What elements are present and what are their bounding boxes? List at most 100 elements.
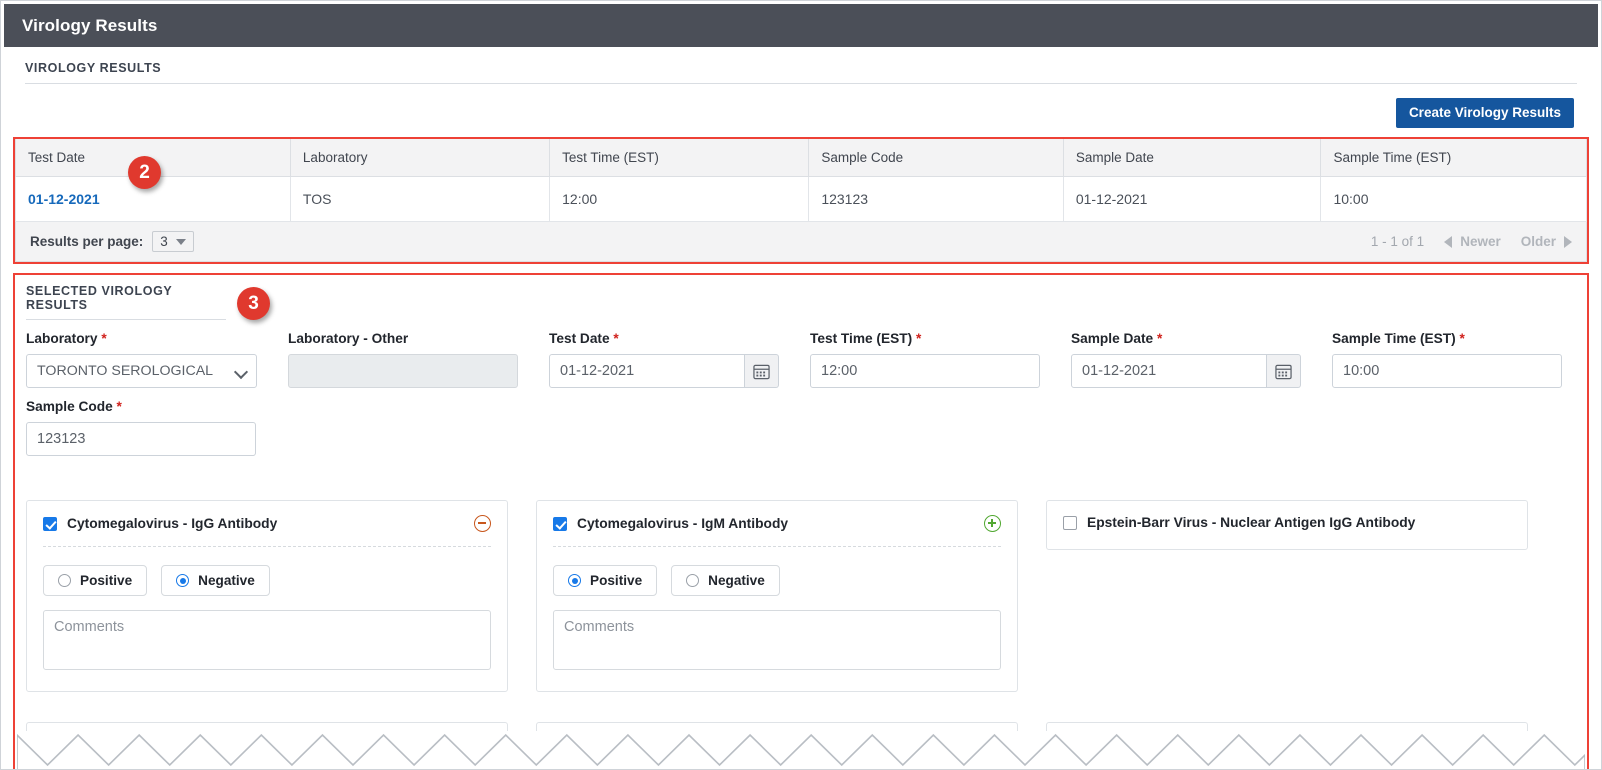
required-asterisk: *: [613, 331, 618, 346]
radio-negative-button[interactable]: Negative: [671, 565, 780, 596]
test-card-header: Epstein-Barr Virus - Nuclear Antigen IgG…: [1063, 515, 1511, 530]
sample-time-input[interactable]: [1332, 354, 1562, 388]
cell-sample-date: 01-12-2021: [1063, 177, 1321, 222]
table-row[interactable]: 01-12-2021 TOS 12:00 123123 01-12-2021 1…: [16, 177, 1587, 222]
create-virology-results-button[interactable]: Create Virology Results: [1396, 98, 1574, 128]
test-time-field-group: Test Time (EST) *: [810, 331, 1040, 388]
required-asterisk: *: [117, 399, 122, 414]
page-section-label: VIROLOGY RESULTS: [25, 47, 1577, 83]
cell-sample-time: 10:00: [1321, 177, 1587, 222]
test-date-input[interactable]: [549, 354, 745, 388]
test-card-checkbox-line[interactable]: Hepatitis B Surface Antigen: [1063, 737, 1268, 752]
sample-time-label: Sample Time (EST) *: [1332, 331, 1562, 346]
column-sample-time[interactable]: Sample Time (EST): [1321, 139, 1587, 177]
sample-date-input-group: [1071, 354, 1301, 388]
test-card-checkbox-line[interactable]: Epstein-Barr Virus - Capsid Antigen IgG …: [43, 737, 391, 752]
comments-textarea[interactable]: [43, 610, 491, 670]
sample-code-field-group: Sample Code *: [26, 399, 256, 456]
selected-section-heading: SELECTED VIROLOGY RESULTS: [26, 284, 226, 320]
test-date-input-group: [549, 354, 779, 388]
radio-icon: [58, 574, 71, 587]
test-time-input[interactable]: [810, 354, 1040, 388]
pagination-older-button[interactable]: Older: [1521, 234, 1572, 249]
test-card-cytomegalovirus-igm: Cytomegalovirus - IgM Antibody Positive …: [536, 500, 1018, 692]
test-date-label: Test Date *: [549, 331, 779, 346]
sample-time-field-group: Sample Time (EST) *: [1332, 331, 1562, 388]
radio-icon: [176, 574, 189, 587]
sample-date-input[interactable]: [1071, 354, 1267, 388]
pagination-count: 1 - 1 of 1: [1371, 234, 1424, 249]
test-card-title: Hepatitis B Surface Antigen: [1087, 737, 1268, 752]
radio-positive-label: Positive: [80, 573, 132, 588]
plus-circle-icon[interactable]: [984, 515, 1001, 532]
checkbox-icon[interactable]: [553, 517, 567, 531]
selected-virology-results-panel: SELECTED VIROLOGY RESULTS Laboratory * T…: [15, 275, 1587, 770]
laboratory-label: Laboratory *: [26, 331, 257, 346]
chevron-down-icon: [176, 239, 186, 245]
sample-time-label-text: Sample Time (EST): [1332, 331, 1456, 346]
required-asterisk: *: [1460, 331, 1465, 346]
minus-circle-icon[interactable]: [474, 515, 491, 532]
checkbox-icon[interactable]: [43, 738, 57, 752]
pagination-newer-button[interactable]: Newer: [1444, 234, 1501, 249]
test-date-link[interactable]: 01-12-2021: [28, 191, 100, 207]
test-card-header: Cytomegalovirus - IgM Antibody: [553, 515, 1001, 532]
calendar-icon: [1275, 363, 1292, 380]
page-body: VIROLOGY RESULTS Create Virology Results: [1, 47, 1601, 131]
checkbox-icon[interactable]: [1063, 516, 1077, 530]
test-date-calendar-button[interactable]: [745, 354, 779, 388]
test-card-checkbox-line[interactable]: Epstein-Barr Virus - Early Antigen IgG A…: [553, 737, 889, 752]
sample-date-label: Sample Date *: [1071, 331, 1301, 346]
radio-positive-label: Positive: [590, 573, 642, 588]
test-card-checkbox-line[interactable]: Epstein-Barr Virus - Nuclear Antigen IgG…: [1063, 515, 1415, 530]
cell-sample-code: 123123: [809, 177, 1064, 222]
cell-laboratory: TOS: [290, 177, 549, 222]
column-sample-code[interactable]: Sample Code: [809, 139, 1064, 177]
sample-code-label-text: Sample Code: [26, 399, 113, 414]
comments-textarea[interactable]: [553, 610, 1001, 670]
test-card-ebv-nuclear-antigen-igg: Epstein-Barr Virus - Nuclear Antigen IgG…: [1046, 500, 1528, 550]
checkbox-icon[interactable]: [553, 738, 567, 752]
form-row-primary: Laboratory * TORONTO SEROLOGICAL Laborat…: [26, 331, 1576, 388]
sample-date-calendar-button[interactable]: [1267, 354, 1301, 388]
chevron-left-icon: [1444, 236, 1452, 248]
sample-date-label-text: Sample Date: [1071, 331, 1153, 346]
virology-results-table: Test Date Laboratory Test Time (EST) Sam…: [15, 139, 1587, 222]
test-time-label-text: Test Time (EST): [810, 331, 912, 346]
column-sample-date[interactable]: Sample Date: [1063, 139, 1321, 177]
test-card-checkbox-line[interactable]: Cytomegalovirus - IgM Antibody: [553, 516, 788, 531]
column-test-time[interactable]: Test Time (EST): [550, 139, 809, 177]
radio-positive-button[interactable]: Positive: [43, 565, 147, 596]
table-header-row: Test Date Laboratory Test Time (EST) Sam…: [16, 139, 1587, 177]
calendar-icon: [753, 363, 770, 380]
checkbox-icon[interactable]: [1063, 738, 1077, 752]
pagination-newer-label: Newer: [1460, 234, 1501, 249]
checkbox-icon[interactable]: [43, 517, 57, 531]
annotation-badge-2: 2: [128, 156, 161, 189]
pagination-older-label: Older: [1521, 234, 1556, 249]
required-asterisk: *: [916, 331, 921, 346]
test-date-field-group: Test Date *: [549, 331, 779, 388]
test-card-title: Epstein-Barr Virus - Capsid Antigen IgG …: [67, 737, 391, 752]
selected-virology-results-annotation: 3 SELECTED VIROLOGY RESULTS Laboratory *…: [13, 273, 1589, 770]
radio-negative-button[interactable]: Negative: [161, 565, 270, 596]
laboratory-select-wrap: TORONTO SEROLOGICAL: [26, 354, 257, 388]
laboratory-other-field-group: Laboratory - Other: [288, 331, 518, 388]
test-card-title: Epstein-Barr Virus - Nuclear Antigen IgG…: [1087, 515, 1415, 530]
card-divider: [553, 546, 1001, 547]
test-card-checkbox-line[interactable]: Cytomegalovirus - IgG Antibody: [43, 516, 277, 531]
results-per-page-select[interactable]: 3: [152, 231, 194, 252]
laboratory-select[interactable]: TORONTO SEROLOGICAL: [26, 354, 257, 388]
card-divider: [43, 546, 491, 547]
virology-results-window: Virology Results VIROLOGY RESULTS Create…: [0, 0, 1602, 770]
column-laboratory[interactable]: Laboratory: [290, 139, 549, 177]
results-toolbar: Create Virology Results: [25, 95, 1577, 131]
laboratory-other-input[interactable]: [288, 354, 518, 388]
table-footer: Results per page: 3 1 - 1 of 1 Newer Old…: [15, 222, 1587, 262]
test-date-label-text: Test Date: [549, 331, 610, 346]
test-card-header: Epstein-Barr Virus - Early Antigen IgG A…: [553, 737, 1001, 752]
test-card-hepatitis-b-surface-antigen: Hepatitis B Surface Antigen: [1046, 722, 1528, 770]
radio-positive-button[interactable]: Positive: [553, 565, 657, 596]
sample-code-input[interactable]: [26, 422, 256, 456]
test-card-header: Cytomegalovirus - IgG Antibody: [43, 515, 491, 532]
